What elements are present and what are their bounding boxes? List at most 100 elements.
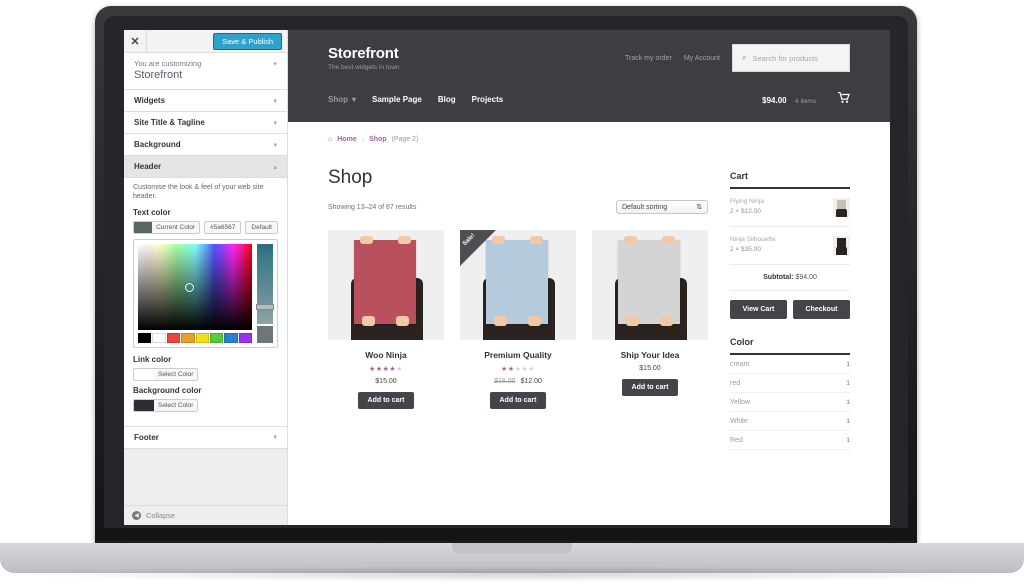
nav-item-projects[interactable]: Projects xyxy=(472,95,504,104)
collapse-button[interactable]: ◀ Collapse xyxy=(124,505,287,525)
cart-item-name[interactable]: Flying Ninja xyxy=(730,198,764,205)
cart-item-shirt xyxy=(836,209,847,217)
hue-slider[interactable] xyxy=(256,243,274,324)
color-filter-count: 1 xyxy=(846,379,850,387)
color-filter-row[interactable]: White 1 xyxy=(730,412,850,431)
color-filter-row[interactable]: red 1 xyxy=(730,374,850,393)
color-filter-count: 1 xyxy=(846,417,850,425)
sidebar-item-footer[interactable]: Footer ▾ xyxy=(124,426,287,449)
sorting-dropdown[interactable]: Default sorting ⇅ xyxy=(616,200,708,214)
palette-swatch-6[interactable] xyxy=(224,332,238,343)
background-color-select-button[interactable]: Select Color xyxy=(133,398,199,412)
product-image[interactable] xyxy=(592,230,708,340)
hand-icon xyxy=(626,316,639,326)
hand-icon xyxy=(662,236,675,244)
sidebar-item-widgets[interactable]: Widgets ▾ xyxy=(124,90,287,112)
breadcrumb-home[interactable]: Home xyxy=(337,136,356,143)
link-color-select-button[interactable]: Select Color xyxy=(133,367,199,381)
color-filter-name[interactable]: red xyxy=(730,380,740,387)
product-title[interactable]: Premium Quality xyxy=(460,350,576,360)
product-title[interactable]: Ship Your Idea xyxy=(592,350,708,360)
color-picker[interactable] xyxy=(133,238,278,348)
header-cart-summary[interactable]: $94.00 4 items xyxy=(762,90,850,108)
link-color-controls: Select Color xyxy=(133,367,278,381)
color-filter-name[interactable]: cream xyxy=(730,361,749,368)
breadcrumb-current-page: (Page 2) xyxy=(391,136,419,143)
cart-item-name[interactable]: Ninja Silhouette xyxy=(730,236,776,243)
cart-item-text: Ninja Silhouette 2 × $35.00 xyxy=(730,236,776,253)
add-to-cart-button[interactable]: Add to cart xyxy=(489,392,547,409)
palette-swatch-2[interactable] xyxy=(166,332,181,343)
product-price: $15.00 xyxy=(328,378,444,385)
color-filter-widget: Color cream 1 red 1 Yellow 1 White 1 Red 1 xyxy=(730,337,850,450)
color-filter-name[interactable]: Yellow xyxy=(730,399,750,406)
product-image[interactable]: Sale! xyxy=(460,230,576,340)
nav-item-sample-page[interactable]: Sample Page xyxy=(372,95,422,104)
color-filter-row[interactable]: Yellow 1 xyxy=(730,393,850,412)
cart-actions: View Cart Checkout xyxy=(730,300,850,319)
product-title[interactable]: Woo Ninja xyxy=(328,350,444,360)
chevron-down-icon: ▾ xyxy=(352,94,357,104)
background-color-label: Background color xyxy=(133,385,202,395)
color-filter-name[interactable]: White xyxy=(730,418,748,425)
you-are-customizing-block[interactable]: You are customizing Storefront ▾ xyxy=(124,53,287,90)
search-input[interactable]: ⌕ Search for products xyxy=(732,44,850,72)
saturation-value-field[interactable] xyxy=(138,243,252,330)
add-to-cart-button[interactable]: Add to cart xyxy=(357,392,415,409)
chevron-down-icon: ▾ xyxy=(273,434,277,442)
sidebar-item-label: Footer xyxy=(134,432,159,442)
site-branding[interactable]: Storefront The best widgets in town xyxy=(328,45,400,71)
chevron-down-icon[interactable]: ▾ xyxy=(273,60,277,68)
cart-item-quantity: 2 × $35.00 xyxy=(730,246,761,253)
breadcrumb-shop[interactable]: Shop xyxy=(369,136,387,143)
site-header: Storefront The best widgets in town Trac… xyxy=(288,30,890,122)
checkout-button[interactable]: Checkout xyxy=(793,300,850,319)
my-account-link[interactable]: My Account xyxy=(684,55,720,62)
product-price: $16.00 $12.00 xyxy=(460,378,576,385)
hand-icon xyxy=(362,316,375,326)
view-cart-button[interactable]: View Cart xyxy=(730,300,787,319)
palette-swatch-5[interactable] xyxy=(209,332,224,343)
add-to-cart-button[interactable]: Add to cart xyxy=(621,379,679,396)
close-icon[interactable]: ✕ xyxy=(124,30,147,52)
color-filter-name[interactable]: Red xyxy=(730,437,743,444)
hand-icon xyxy=(660,316,673,326)
color-filter-row[interactable]: Red 1 xyxy=(730,431,850,450)
palette-swatch-3[interactable] xyxy=(181,332,195,343)
site-title[interactable]: Storefront xyxy=(328,45,400,62)
current-color-button[interactable]: Current Color xyxy=(133,220,201,234)
poster-artwork xyxy=(354,240,416,324)
widget-title: Color xyxy=(730,337,754,347)
product-card[interactable]: Sale! Premium Quality ★★★★★ $16.00 $12.00 Add… xyxy=(460,230,576,409)
cart-icon[interactable] xyxy=(838,91,850,106)
default-color-button[interactable]: Default xyxy=(245,220,278,234)
nav-item-shop[interactable]: Shop ▾ xyxy=(328,95,356,104)
cart-widget-item[interactable]: Ninja Silhouette 2 × $35.00 xyxy=(730,227,850,265)
product-card[interactable]: Woo Ninja ★★★★★ $15.00 Add to cart xyxy=(328,230,444,409)
sidebar-item-site-title-tagline[interactable]: Site Title & Tagline ▾ xyxy=(124,112,287,134)
cart-subtotal: Subtotal: $94.00 xyxy=(730,265,850,291)
palette-swatch-7[interactable] xyxy=(238,332,252,343)
hex-value-field[interactable]: #5a6567 xyxy=(204,220,242,234)
palette-swatch-1[interactable] xyxy=(152,332,166,343)
chevron-up-icon: ▴ xyxy=(273,163,277,171)
nav-item-blog[interactable]: Blog xyxy=(438,95,456,104)
cart-widget-item[interactable]: Flying Ninja 2 × $12.00 xyxy=(730,189,850,227)
product-card[interactable]: Ship Your Idea $15.00 Add to cart xyxy=(592,230,708,409)
hue-slider-handle[interactable] xyxy=(256,303,274,310)
sidebar-item-background[interactable]: Background ▾ xyxy=(124,134,287,156)
product-image[interactable] xyxy=(328,230,444,340)
search-placeholder: Search for products xyxy=(752,53,818,63)
shop-main: Shop Showing 13–24 of 87 results Default… xyxy=(328,167,708,468)
wordpress-customizer-sidebar: ✕ Save & Publish You are customizing Sto… xyxy=(124,30,288,525)
palette-swatch-4[interactable] xyxy=(195,332,209,343)
color-filter-row[interactable]: cream 1 xyxy=(730,355,850,374)
palette-swatch-0[interactable] xyxy=(138,332,152,343)
cart-icon-svg xyxy=(838,91,850,103)
color-picker-cursor[interactable] xyxy=(185,282,195,292)
save-publish-button[interactable]: Save & Publish xyxy=(213,32,282,50)
color-picker-area xyxy=(138,243,252,343)
track-my-order-link[interactable]: Track my order xyxy=(625,55,672,62)
cart-widget: Cart Flying Ninja 2 × $12.00 Ninja Silhoue… xyxy=(730,171,850,319)
sidebar-item-header[interactable]: Header ▴ xyxy=(124,156,287,178)
